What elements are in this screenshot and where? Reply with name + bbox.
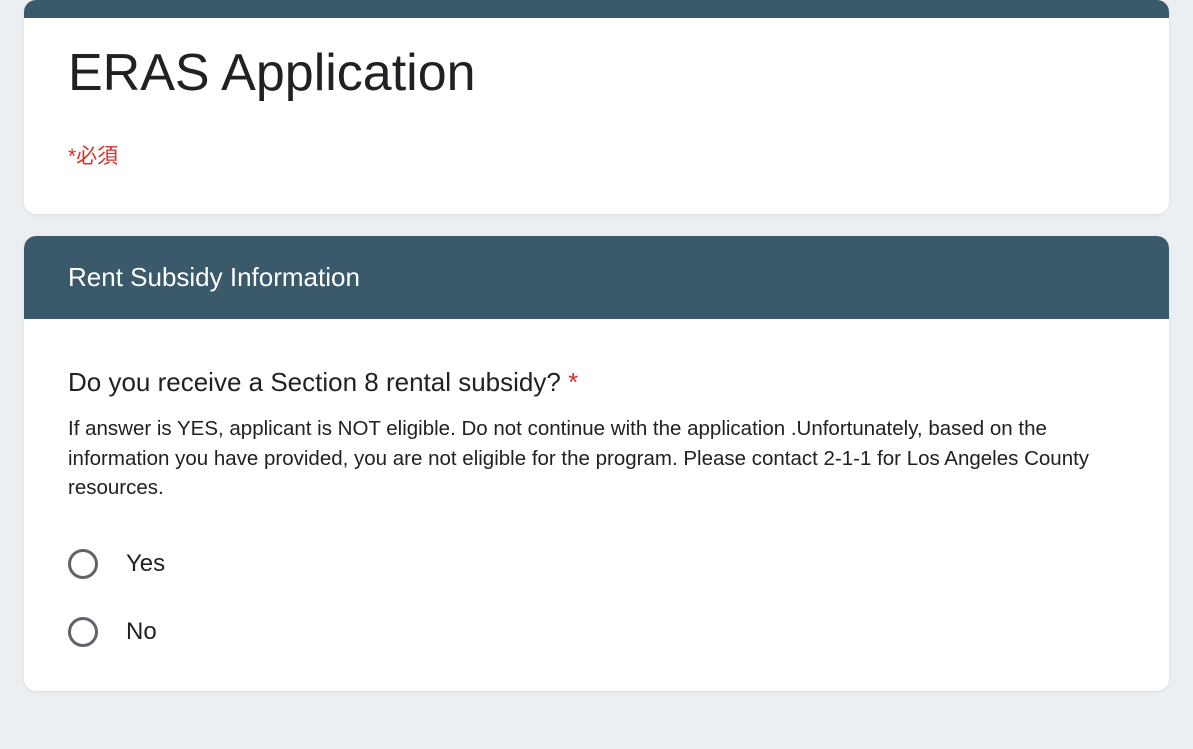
- form-title: ERAS Application: [68, 44, 1125, 104]
- radio-option-yes[interactable]: Yes: [68, 549, 165, 579]
- question-title: Do you receive a Section 8 rental subsid…: [68, 365, 1125, 400]
- question-title-text: Do you receive a Section 8 rental subsid…: [68, 367, 561, 397]
- radio-icon: [68, 549, 98, 579]
- required-asterisk: *: [568, 367, 578, 397]
- question-description: If answer is YES, applicant is NOT eligi…: [68, 414, 1125, 503]
- radio-label: No: [126, 618, 157, 646]
- question-card: Rent Subsidy Information Do you receive …: [24, 236, 1169, 691]
- radio-group: Yes No: [68, 549, 1125, 647]
- required-indicator: *必須: [68, 140, 1125, 170]
- radio-label: Yes: [126, 550, 165, 578]
- header-accent-bar: [24, 0, 1169, 18]
- form-header-card: ERAS Application *必須: [24, 0, 1169, 214]
- radio-option-no[interactable]: No: [68, 617, 157, 647]
- radio-icon: [68, 617, 98, 647]
- section-banner: Rent Subsidy Information: [24, 236, 1169, 319]
